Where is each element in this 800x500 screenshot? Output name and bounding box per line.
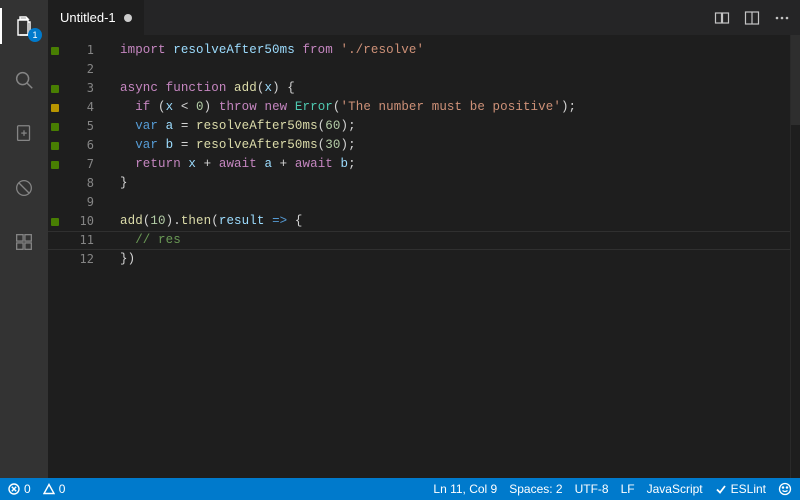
status-warnings[interactable]: 0	[43, 482, 66, 496]
code-editor[interactable]: 123456789101112 import resolveAfter50ms …	[48, 35, 800, 478]
search-icon[interactable]	[0, 62, 48, 98]
status-bar: 0 0 Ln 11, Col 9 Spaces: 2 UTF-8 LF Java…	[0, 478, 800, 500]
split-editor-icon[interactable]	[744, 10, 760, 26]
tab-title: Untitled-1	[60, 10, 116, 25]
status-encoding[interactable]: UTF-8	[575, 482, 609, 496]
code-line[interactable]	[120, 193, 790, 212]
code-line[interactable]: var b = resolveAfter50ms(30);	[120, 136, 790, 155]
status-cursor[interactable]: Ln 11, Col 9	[433, 482, 497, 496]
status-indent[interactable]: Spaces: 2	[509, 482, 562, 496]
status-eol[interactable]: LF	[621, 482, 635, 496]
code-line[interactable]: return x + await a + await b;	[120, 155, 790, 174]
editor-actions	[704, 0, 800, 35]
status-warnings-count: 0	[59, 482, 66, 496]
check-icon	[715, 483, 727, 495]
tab-untitled-1[interactable]: Untitled-1	[48, 0, 145, 35]
code-line[interactable]: }	[120, 174, 790, 193]
code-line[interactable]: })	[120, 250, 790, 269]
dirty-indicator-icon	[124, 14, 132, 22]
activity-bar: 1	[0, 0, 48, 478]
warning-icon	[43, 483, 55, 495]
status-language[interactable]: JavaScript	[647, 482, 703, 496]
editor-group: Untitled-1 123456789101112 import resolv…	[48, 0, 800, 478]
code-line[interactable]: var a = resolveAfter50ms(60);	[120, 117, 790, 136]
explorer-icon[interactable]: 1	[0, 8, 48, 44]
gutter-decorations	[48, 35, 62, 478]
more-actions-icon[interactable]	[774, 10, 790, 26]
explorer-badge: 1	[28, 28, 42, 42]
code-line[interactable]: add(10).then(result => {	[120, 212, 790, 231]
tab-bar: Untitled-1	[48, 0, 800, 35]
status-feedback[interactable]	[778, 482, 792, 496]
status-errors-count: 0	[24, 482, 31, 496]
line-numbers: 123456789101112	[62, 35, 102, 478]
code-line[interactable]: if (x < 0) throw new Error('The number m…	[120, 98, 790, 117]
smiley-icon	[778, 482, 792, 496]
code-line[interactable]	[120, 60, 790, 79]
compare-changes-icon[interactable]	[714, 10, 730, 26]
debug-icon[interactable]	[0, 170, 48, 206]
extensions-icon[interactable]	[0, 224, 48, 260]
source-control-icon[interactable]	[0, 116, 48, 152]
minimap[interactable]	[790, 35, 800, 478]
minimap-thumb[interactable]	[791, 35, 800, 125]
code-content[interactable]: import resolveAfter50ms from './resolve'…	[102, 35, 790, 478]
status-eslint[interactable]: ESLint	[715, 482, 766, 496]
code-line[interactable]: // res	[120, 231, 790, 250]
code-line[interactable]: async function add(x) {	[120, 79, 790, 98]
error-icon	[8, 483, 20, 495]
code-line[interactable]: import resolveAfter50ms from './resolve'	[120, 41, 790, 60]
status-errors[interactable]: 0	[8, 482, 31, 496]
